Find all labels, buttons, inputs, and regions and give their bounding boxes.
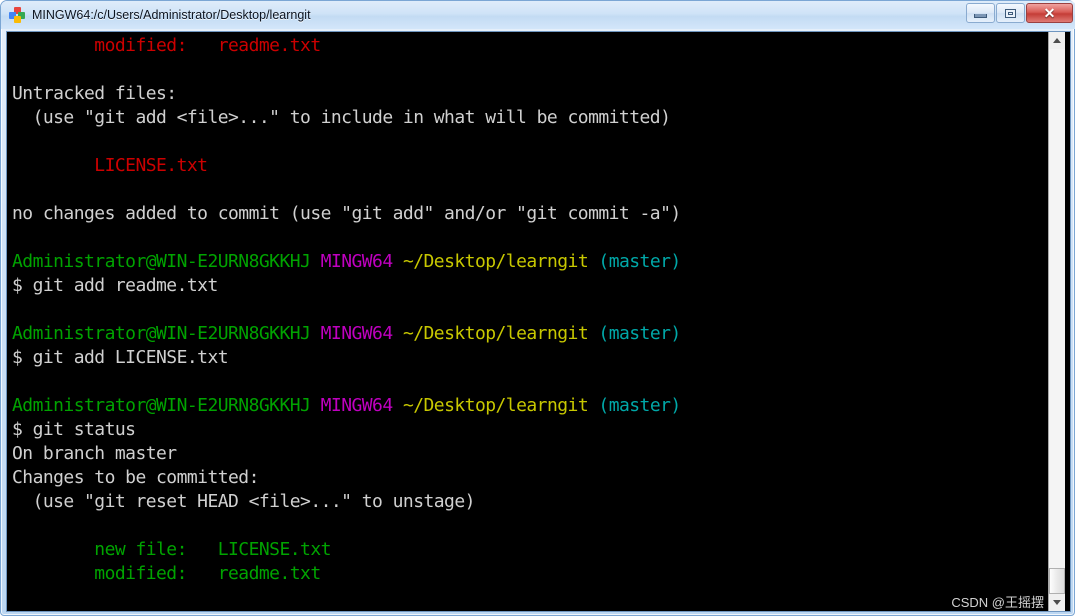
scroll-down-button[interactable] (1049, 594, 1065, 611)
close-icon: ✕ (1043, 5, 1056, 21)
terminal-text: ~/Desktop/learngit (402, 395, 589, 416)
terminal-text: $ git status (12, 419, 136, 440)
terminal-output: modified: readme.txt Untracked files: (u… (12, 34, 681, 586)
terminal-line: Untracked files: (12, 82, 681, 106)
terminal-line: $ git add LICENSE.txt (12, 346, 681, 370)
terminal-text: (master) (598, 323, 681, 344)
terminal-line: Administrator@WIN-E2URN8GKKHJ MINGW64 ~/… (12, 250, 681, 274)
terminal-line: Administrator@WIN-E2URN8GKKHJ MINGW64 ~/… (12, 394, 681, 418)
terminal-client-area: modified: readme.txt Untracked files: (u… (6, 31, 1071, 612)
title-bar[interactable]: MINGW64:/c/Users/Administrator/Desktop/l… (1, 1, 1075, 29)
terminal-line: no changes added to commit (use "git add… (12, 202, 681, 226)
terminal-text: Administrator@WIN-E2URN8GKKHJ (12, 251, 311, 272)
terminal-line: $ git add readme.txt (12, 274, 681, 298)
terminal-text: $ git add LICENSE.txt (12, 347, 229, 368)
terminal-line: modified: readme.txt (12, 562, 681, 586)
terminal-text: Changes to be committed: (12, 467, 259, 488)
arrow-up-icon (1053, 38, 1061, 43)
terminal-text: Administrator@WIN-E2URN8GKKHJ (12, 395, 311, 416)
maximize-button[interactable] (996, 3, 1025, 23)
terminal-text: (master) (598, 395, 681, 416)
maximize-icon (1005, 8, 1016, 18)
terminal-line: modified: readme.txt (12, 34, 681, 58)
terminal-text: On branch master (12, 443, 177, 464)
scrollbar-track[interactable] (1049, 49, 1065, 594)
terminal-text: LICENSE.txt (12, 155, 208, 176)
window-title: MINGW64:/c/Users/Administrator/Desktop/l… (32, 8, 311, 22)
terminal-text: MINGW64 (320, 323, 394, 344)
close-button[interactable]: ✕ (1026, 3, 1073, 23)
terminal-text: ~/Desktop/learngit (402, 251, 589, 272)
terminal-text: $ git add readme.txt (12, 275, 218, 296)
terminal-text: ~/Desktop/learngit (402, 323, 589, 344)
terminal-window: MINGW64:/c/Users/Administrator/Desktop/l… (0, 0, 1075, 616)
terminal-text: (master) (598, 251, 681, 272)
git-bash-icon (9, 7, 25, 23)
terminal-text: modified: readme.txt (12, 563, 321, 584)
terminal-text: (use "git add <file>..." to include in w… (12, 107, 671, 128)
scroll-up-button[interactable] (1049, 32, 1065, 49)
minimize-button[interactable] (966, 3, 995, 23)
window-controls: ✕ (965, 2, 1073, 24)
terminal-line: new file: LICENSE.txt (12, 538, 681, 562)
terminal-text: MINGW64 (320, 395, 394, 416)
terminal-line: Administrator@WIN-E2URN8GKKHJ MINGW64 ~/… (12, 322, 681, 346)
terminal-line: On branch master (12, 442, 681, 466)
terminal-text: Administrator@WIN-E2URN8GKKHJ (12, 323, 311, 344)
minimize-icon (974, 13, 987, 18)
terminal-text: MINGW64 (320, 251, 394, 272)
scrollbar-thumb[interactable] (1049, 568, 1065, 594)
terminal-text: Untracked files: (12, 83, 177, 104)
vertical-scrollbar[interactable] (1048, 32, 1065, 611)
terminal-line: (use "git add <file>..." to include in w… (12, 106, 681, 130)
terminal-line: $ git status (12, 418, 681, 442)
terminal-line: LICENSE.txt (12, 154, 681, 178)
terminal-text: no changes added to commit (use "git add… (12, 203, 681, 224)
terminal-line: (use "git reset HEAD <file>..." to unsta… (12, 490, 681, 514)
terminal-line: Changes to be committed: (12, 466, 681, 490)
terminal-screen[interactable]: modified: readme.txt Untracked files: (u… (7, 32, 1048, 611)
csdn-watermark: CSDN @王摇摆 (951, 595, 1044, 610)
terminal-text: new file: LICENSE.txt (12, 539, 331, 560)
terminal-text: (use "git reset HEAD <file>..." to unsta… (12, 491, 476, 512)
terminal-text: modified: readme.txt (12, 35, 321, 56)
arrow-down-icon (1053, 600, 1061, 605)
